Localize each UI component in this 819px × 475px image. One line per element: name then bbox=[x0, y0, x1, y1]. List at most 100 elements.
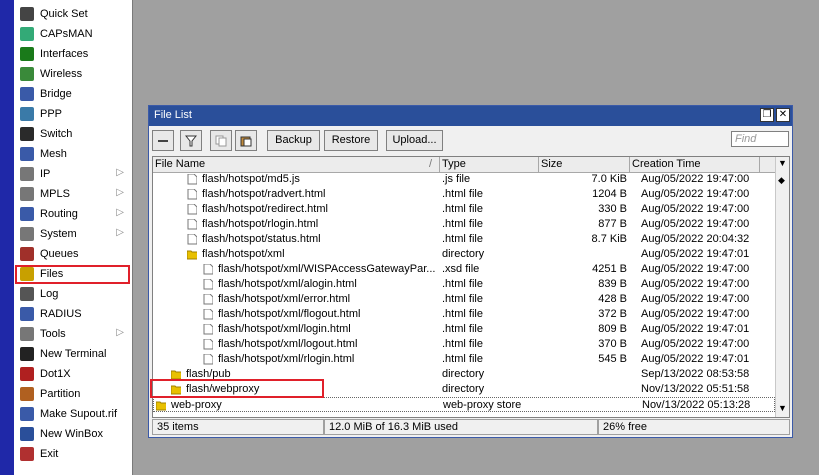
col-divider[interactable] bbox=[629, 157, 630, 172]
table-row[interactable]: flash/hotspot/xml/alogin.html .html file 8… bbox=[153, 277, 775, 292]
sidebar-item-switch[interactable]: Switch bbox=[14, 124, 132, 144]
table-row[interactable]: flash/pub directory Sep/13/2022 08:53:58 bbox=[153, 367, 775, 382]
sort-indicator: / bbox=[429, 158, 433, 170]
sidebar-item-label: Exit bbox=[40, 448, 59, 460]
sidebar-item-label: Routing bbox=[40, 208, 78, 220]
ip-icon bbox=[20, 167, 34, 181]
sidebar-item-routing[interactable]: Routing ▷ bbox=[14, 204, 132, 224]
filter-button[interactable] bbox=[180, 130, 202, 151]
sidebar-item-files[interactable]: Files bbox=[14, 264, 132, 284]
file-name-cell: flash/hotspot/xml/login.html bbox=[218, 323, 351, 335]
file-name-cell: flash/hotspot/radvert.html bbox=[202, 188, 326, 200]
table-row[interactable]: flash/hotspot/xml directory Aug/05/2022 19… bbox=[153, 247, 775, 262]
close-window-icon[interactable]: ✕ bbox=[776, 108, 790, 122]
restore-window-icon[interactable]: ❐ bbox=[760, 108, 774, 122]
window-titlebar[interactable]: File List ❐ ✕ bbox=[149, 106, 792, 126]
file-size-cell: 877 B bbox=[598, 218, 627, 230]
queues-icon bbox=[20, 247, 34, 261]
sidebar-item-wireless[interactable]: Wireless bbox=[14, 64, 132, 84]
sidebar-item-mesh[interactable]: Mesh bbox=[14, 144, 132, 164]
file-icon bbox=[187, 219, 197, 230]
file-size-cell: 1204 B bbox=[592, 188, 627, 200]
sidebar-item-label: Bridge bbox=[40, 88, 72, 100]
restore-button[interactable]: Restore bbox=[324, 130, 378, 151]
table-row[interactable]: flash/hotspot/xml/login.html .html file 80… bbox=[153, 322, 775, 337]
filter-icon bbox=[184, 135, 198, 147]
sidebar-item-capsman[interactable]: CAPsMAN bbox=[14, 24, 132, 44]
sidebar-item-mpls[interactable]: MPLS ▷ bbox=[14, 184, 132, 204]
sidebar-item-tools[interactable]: Tools ▷ bbox=[14, 324, 132, 344]
file-icon bbox=[187, 174, 197, 185]
file-size-cell: 330 B bbox=[598, 203, 627, 215]
sidebar-item-bridge[interactable]: Bridge bbox=[14, 84, 132, 104]
remove-button[interactable] bbox=[152, 130, 174, 151]
file-created-cell: Nov/13/2022 05:13:28 bbox=[642, 399, 751, 411]
sidebar-item-ppp[interactable]: PPP bbox=[14, 104, 132, 124]
table-row[interactable]: web-proxy web-proxy store Nov/13/2022 05:1… bbox=[153, 397, 775, 412]
col-header-size[interactable]: Size bbox=[541, 158, 562, 170]
sidebar-item-label: Partition bbox=[40, 388, 81, 400]
sidebar-item-label: CAPsMAN bbox=[40, 28, 93, 40]
sidebar-item-system[interactable]: System ▷ bbox=[14, 224, 132, 244]
sidebar-item-quick-set[interactable]: Quick Set bbox=[14, 4, 132, 24]
sidebar-item-exit[interactable]: Exit bbox=[14, 444, 132, 464]
sidebar-item-new-winbox[interactable]: New WinBox bbox=[14, 424, 132, 444]
col-header-name[interactable]: File Name bbox=[155, 158, 205, 170]
sidebar-brand-strip bbox=[0, 0, 14, 475]
find-input[interactable]: Find bbox=[731, 131, 789, 147]
table-row[interactable]: flash/hotspot/rlogin.html .html file 877 B… bbox=[153, 217, 775, 232]
gear-icon bbox=[20, 227, 34, 241]
scroll-down-icon[interactable]: ▼ bbox=[778, 403, 787, 413]
file-name-cell: flash/hotspot/redirect.html bbox=[202, 203, 328, 215]
file-type-cell: .html file bbox=[442, 338, 483, 350]
file-created-cell: Aug/05/2022 19:47:01 bbox=[641, 323, 750, 335]
sidebar-item-log[interactable]: Log bbox=[14, 284, 132, 304]
file-type-cell: .html file bbox=[442, 308, 483, 320]
sidebar-item-make-supout-rif[interactable]: Make Supout.rif bbox=[14, 404, 132, 424]
bridge-icon bbox=[20, 87, 34, 101]
sidebar-item-radius[interactable]: RADIUS bbox=[14, 304, 132, 324]
col-divider[interactable] bbox=[759, 157, 760, 172]
copy-button[interactable] bbox=[210, 130, 232, 151]
table-row[interactable]: flash/hotspot/xml/logout.html .html file 3… bbox=[153, 337, 775, 352]
column-menu-icon[interactable]: ▼ bbox=[778, 158, 787, 168]
file-type-cell: .html file bbox=[442, 278, 483, 290]
scroll-up-icon[interactable]: ◆ bbox=[778, 175, 785, 186]
upload-button[interactable]: Upload... bbox=[386, 130, 443, 151]
table-row[interactable]: flash/hotspot/xml/flogout.html .html file… bbox=[153, 307, 775, 322]
sidebar-item-label: Make Supout.rif bbox=[40, 408, 118, 420]
backup-button[interactable]: Backup bbox=[267, 130, 320, 151]
vertical-scrollbar[interactable]: ▼ ◆ ▼ bbox=[775, 157, 789, 417]
file-size-cell: 4251 B bbox=[592, 263, 627, 275]
partition-icon bbox=[20, 387, 34, 401]
col-header-type[interactable]: Type bbox=[442, 158, 466, 170]
paste-button[interactable] bbox=[235, 130, 257, 151]
col-divider[interactable] bbox=[439, 157, 440, 172]
sidebar-item-queues[interactable]: Queues bbox=[14, 244, 132, 264]
log-icon bbox=[20, 287, 34, 301]
file-created-cell: Aug/05/2022 19:47:00 bbox=[641, 173, 750, 185]
col-divider[interactable] bbox=[538, 157, 539, 172]
file-type-cell: directory bbox=[442, 248, 485, 260]
sidebar-item-partition[interactable]: Partition bbox=[14, 384, 132, 404]
table-row[interactable]: flash/webproxy directory Nov/13/2022 05:51… bbox=[153, 382, 775, 397]
table-row[interactable]: flash/hotspot/xml/WISPAccessGatewayPar..… bbox=[153, 262, 775, 277]
file-type-cell: .html file bbox=[442, 218, 483, 230]
sidebar-item-interfaces[interactable]: Interfaces bbox=[14, 44, 132, 64]
table-row[interactable]: flash/hotspot/xml/rlogin.html .html file 5… bbox=[153, 352, 775, 367]
file-list-window: File List ❐ ✕ Backup Restore Upload... F… bbox=[148, 105, 793, 438]
table-row[interactable]: flash/hotspot/radvert.html .html file 1204… bbox=[153, 187, 775, 202]
winbox-icon bbox=[20, 427, 34, 441]
table-row[interactable]: flash/hotspot/redirect.html .html file 330… bbox=[153, 202, 775, 217]
table-row[interactable]: flash/hotspot/md5.js .js file 7.0 KiB Aug/0… bbox=[153, 172, 775, 187]
file-type-cell: .html file bbox=[442, 353, 483, 365]
file-size-cell: 545 B bbox=[598, 353, 627, 365]
table-row[interactable]: flash/hotspot/xml/error.html .html file 42… bbox=[153, 292, 775, 307]
sidebar-item-ip[interactable]: IP ▷ bbox=[14, 164, 132, 184]
file-icon bbox=[187, 234, 197, 245]
table-row[interactable]: flash/hotspot/status.html .html file 8.7 K… bbox=[153, 232, 775, 247]
sidebar-item-dot1x[interactable]: Dot1X bbox=[14, 364, 132, 384]
col-header-created[interactable]: Creation Time bbox=[632, 158, 700, 170]
sidebar-item-new-terminal[interactable]: New Terminal bbox=[14, 344, 132, 364]
file-type-cell: .html file bbox=[442, 323, 483, 335]
